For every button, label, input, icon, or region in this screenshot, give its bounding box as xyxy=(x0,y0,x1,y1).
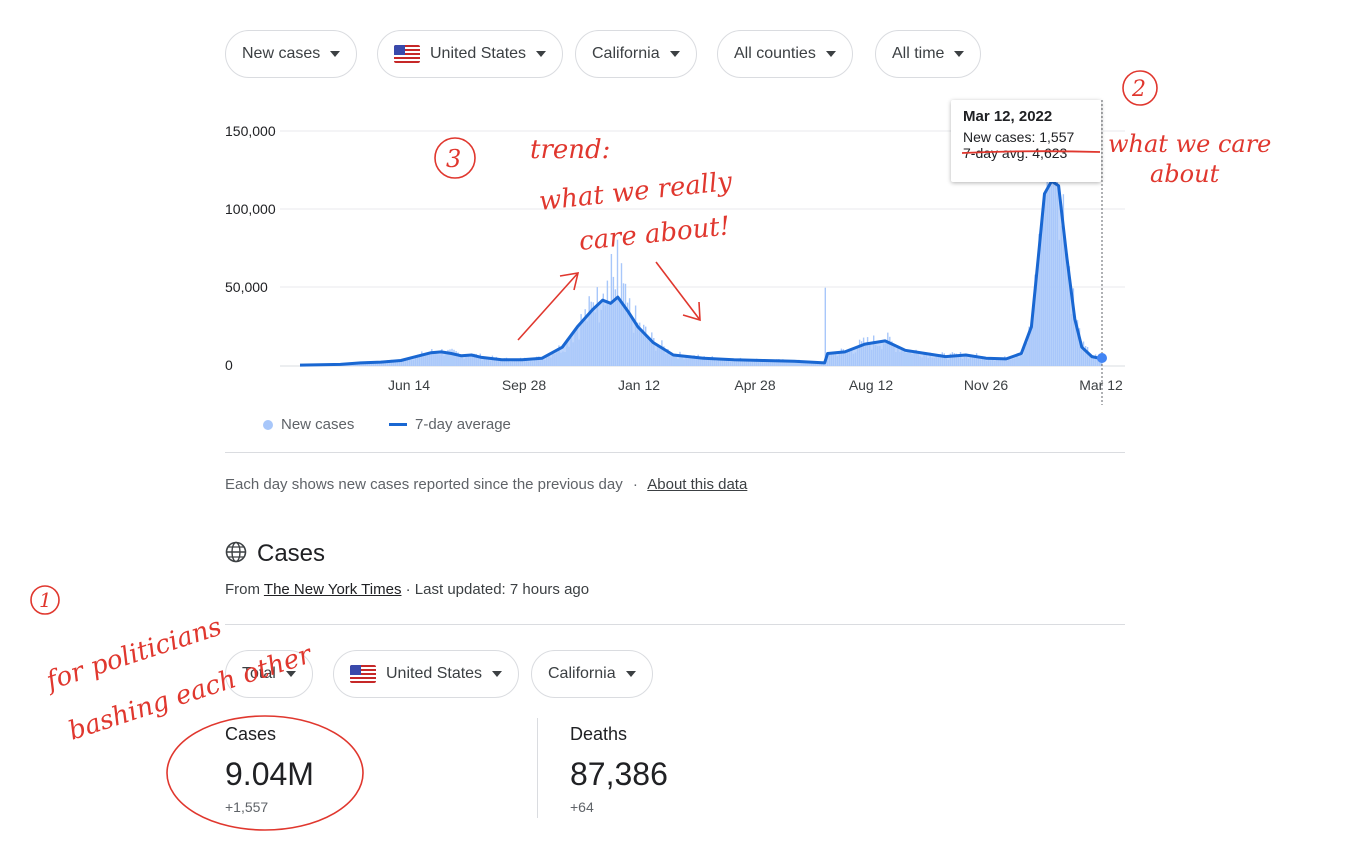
cases-header: Cases xyxy=(225,540,325,568)
x-tick-label: Jun 14 xyxy=(387,377,431,393)
cases-country-filter[interactable]: United States xyxy=(333,650,520,698)
separator: · xyxy=(632,476,638,493)
cases-country-label: United States xyxy=(386,665,483,682)
about-data-link[interactable]: About this data xyxy=(647,476,747,493)
cases-stat-label: Cases xyxy=(225,724,277,744)
deaths-stat-value: 87,386 xyxy=(570,756,668,792)
legend-new-cases: New cases xyxy=(263,416,354,433)
circle-1-mark xyxy=(30,585,60,615)
chevron-down-icon xyxy=(285,671,296,677)
hover-point xyxy=(1097,353,1107,363)
divider xyxy=(225,624,1125,625)
source-prefix: From xyxy=(225,581,260,598)
chevron-down-icon xyxy=(492,671,503,677)
total-filter[interactable]: Total xyxy=(225,650,313,698)
total-filter-label: Total xyxy=(242,665,276,682)
chart-tooltip: Mar 12, 2022 New cases: 1,557 7-day avg:… xyxy=(951,100,1101,182)
tooltip-new-cases: New cases: 1,557 xyxy=(963,129,1075,145)
legend-average: 7-day average xyxy=(389,416,511,433)
cases-state-label: California xyxy=(548,665,616,682)
cases-chart[interactable] xyxy=(0,0,1345,420)
legend-dot-icon xyxy=(263,419,273,430)
legend-new-cases-label: New cases xyxy=(281,416,355,433)
deaths-stat-label: Deaths xyxy=(570,724,628,744)
legend-line-icon xyxy=(389,423,407,426)
tooltip-date: Mar 12, 2022 xyxy=(963,108,1053,125)
divider xyxy=(225,452,1125,453)
annotation-number-1: 1 xyxy=(39,588,52,612)
x-tick-label: Aug 12 xyxy=(848,377,894,393)
data-note-text: Each day shows new cases reported since … xyxy=(225,476,623,493)
stat-divider xyxy=(537,718,538,818)
last-updated: · Last updated: 7 hours ago xyxy=(405,581,590,598)
legend-average-label: 7-day average xyxy=(415,416,511,433)
tooltip-average: 7-day avg: 4,623 xyxy=(963,145,1068,161)
cases-state-filter[interactable]: California xyxy=(531,650,653,698)
data-note: Each day shows new cases reported since … xyxy=(225,476,747,493)
source-link[interactable]: The New York Times xyxy=(264,581,402,598)
us-flag-icon xyxy=(350,665,376,683)
x-tick-label: Apr 28 xyxy=(734,377,776,393)
x-tick-label: Sep 28 xyxy=(501,377,547,393)
x-tick-label: Jan 12 xyxy=(617,377,661,393)
chevron-down-icon xyxy=(625,671,636,677)
x-tick-label: Nov 26 xyxy=(963,377,1009,393)
x-tick-label: Mar 12 xyxy=(1079,377,1123,393)
globe-icon xyxy=(225,541,247,568)
cases-title: Cases xyxy=(257,540,326,567)
deaths-stat-delta: +64 xyxy=(570,799,594,815)
source-line: From The New York Times · Last updated: … xyxy=(225,581,589,598)
cases-stat-value: 9.04M xyxy=(225,756,314,792)
annotation-politicians: for politicians xyxy=(41,612,225,697)
cases-stat-delta: +1,557 xyxy=(225,799,269,815)
